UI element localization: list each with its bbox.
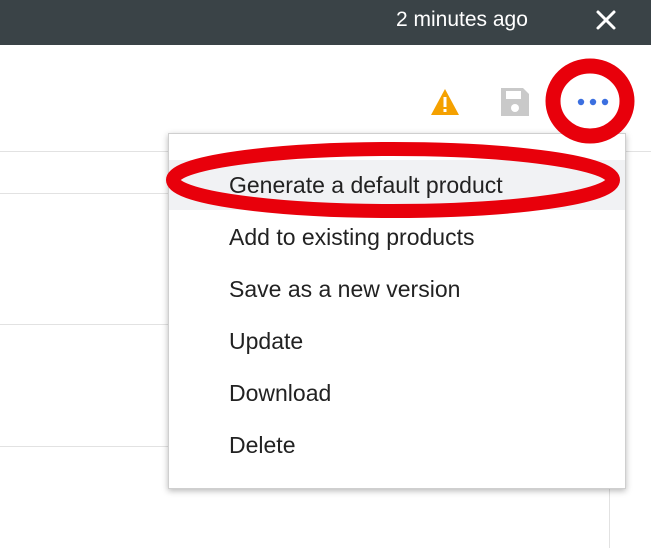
menu-item-label: Update — [229, 328, 304, 354]
warning-icon[interactable] — [430, 87, 460, 117]
menu-item-add-to-existing-products[interactable]: Add to existing products — [169, 212, 625, 262]
last-saved-time: 2 minutes ago — [396, 8, 528, 31]
content-divider — [0, 324, 170, 325]
app-screen: 2 minutes ago Generate a default product… — [0, 0, 651, 548]
menu-item-label: Generate a default product — [229, 172, 503, 198]
content-divider — [0, 446, 170, 447]
save-icon[interactable] — [498, 85, 532, 119]
menu-item-generate-default-product[interactable]: Generate a default product — [169, 160, 625, 210]
menu-item-download[interactable]: Download — [169, 368, 625, 418]
more-options-icon — [577, 98, 609, 106]
menu-item-label: Download — [229, 380, 332, 406]
menu-item-label: Save as a new version — [229, 276, 461, 302]
menu-item-label: Add to existing products — [229, 224, 475, 250]
menu-item-delete[interactable]: Delete — [169, 420, 625, 470]
more-options-menu: Generate a default product Add to existi… — [168, 133, 626, 489]
more-options-button[interactable] — [567, 90, 619, 114]
notification-bar: 2 minutes ago — [0, 0, 651, 45]
panel-divider — [609, 480, 610, 548]
content-divider — [0, 193, 170, 194]
menu-item-label: Delete — [229, 432, 296, 458]
close-icon[interactable] — [591, 5, 621, 35]
menu-item-save-as-new-version[interactable]: Save as a new version — [169, 264, 625, 314]
menu-item-update[interactable]: Update — [169, 316, 625, 366]
